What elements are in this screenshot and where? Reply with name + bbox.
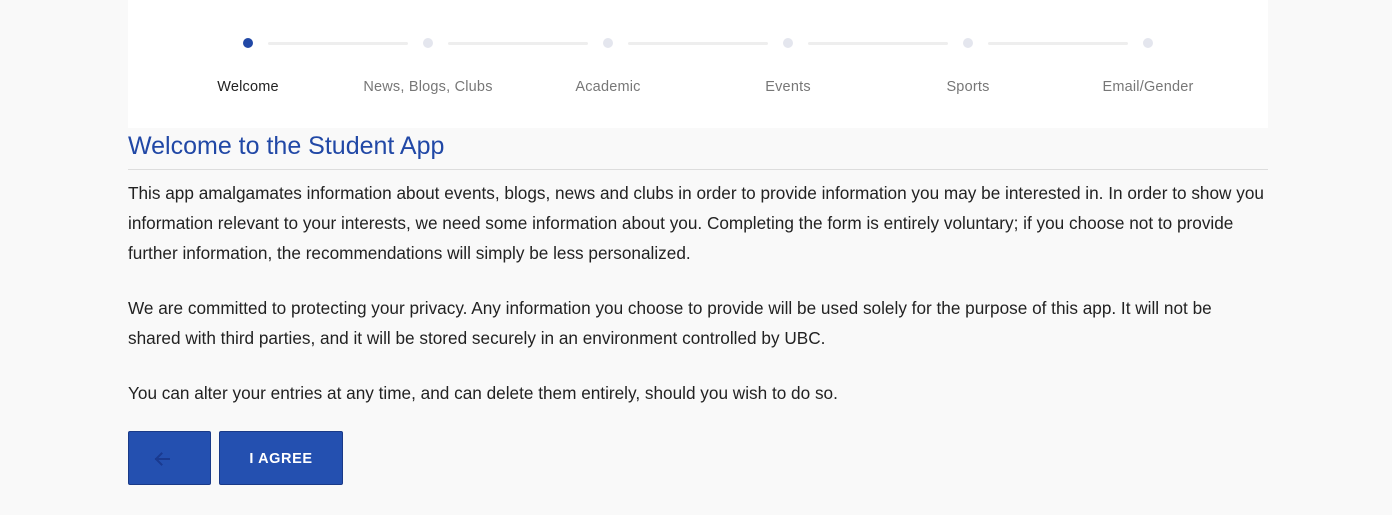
step-dot [423, 38, 433, 48]
step-email-gender[interactable]: Email/Gender [1058, 0, 1238, 128]
welcome-content: Welcome to the Student App This app amal… [128, 128, 1268, 408]
step-label: Academic [575, 79, 641, 95]
step-dot [1143, 38, 1153, 48]
step-academic[interactable]: Academic [518, 0, 698, 128]
step-dot-active [243, 38, 253, 48]
progress-stepper: Welcome News, Blogs, Clubs Academic Even… [128, 0, 1268, 128]
step-label: Welcome [217, 79, 279, 95]
step-label: Sports [946, 79, 990, 95]
step-dot [963, 38, 973, 48]
step-dot [603, 38, 613, 48]
step-news-blogs-clubs[interactable]: News, Blogs, Clubs [338, 0, 518, 128]
step-dot [783, 38, 793, 48]
step-label: News, Blogs, Clubs [363, 79, 493, 95]
agree-button[interactable]: I AGREE [219, 431, 343, 485]
back-button[interactable] [128, 431, 211, 485]
step-sports[interactable]: Sports [878, 0, 1058, 128]
page-title: Welcome to the Student App [128, 128, 1268, 170]
edit-entries-paragraph: You can alter your entries at any time, … [128, 383, 838, 403]
step-label: Email/Gender [1102, 79, 1194, 95]
step-label: Events [765, 79, 811, 95]
privacy-paragraph: We are committed to protecting your priv… [128, 298, 1212, 348]
intro-paragraph: This app amalgamates information about e… [128, 183, 1264, 263]
step-welcome[interactable]: Welcome [158, 0, 338, 128]
arrow-left-icon [154, 452, 170, 466]
step-events[interactable]: Events [698, 0, 878, 128]
